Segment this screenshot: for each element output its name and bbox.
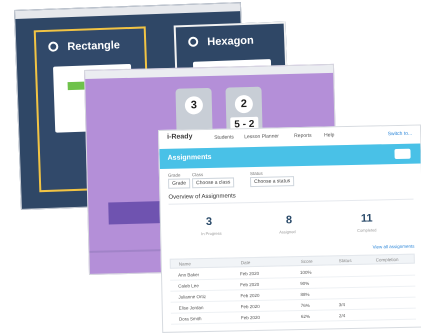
- page-title: Assignments: [167, 153, 212, 162]
- filter-label: Grade: [167, 172, 181, 178]
- number-badge: 3: [184, 96, 204, 115]
- view-all-link[interactable]: View all assignments: [373, 244, 415, 250]
- stat-label: Completed: [357, 227, 377, 233]
- stat-in-progress: 3: [205, 215, 213, 229]
- stat-label: Assigned: [279, 229, 296, 235]
- status-select[interactable]: Choose a status: [250, 176, 295, 188]
- dashboard-window: i-Ready Students Lesson Planner Reports …: [158, 124, 421, 333]
- stat-assigned: 8: [285, 214, 293, 227]
- grade-select[interactable]: Grade: [168, 178, 191, 189]
- brand-logo: i-Ready: [167, 133, 193, 141]
- section-title: Overview of Assignments: [168, 193, 236, 201]
- nav-item-lesson-planner[interactable]: Lesson Planner: [244, 133, 279, 140]
- window-titlebar: [15, 3, 241, 19]
- filter-label: Status: [249, 170, 263, 177]
- nav-item-reports[interactable]: Reports: [294, 133, 312, 139]
- radio-icon: [48, 41, 59, 52]
- nav-item-students[interactable]: Students: [214, 134, 234, 140]
- col-completion[interactable]: Completion: [376, 257, 399, 262]
- panel-title: Rectangle: [48, 39, 120, 53]
- stat-completed: 11: [360, 212, 373, 225]
- panel-title: Hexagon: [188, 35, 254, 49]
- stat-label: In Progress: [201, 230, 222, 237]
- col-date[interactable]: Date: [241, 260, 251, 265]
- filter-label: Class: [191, 172, 204, 178]
- col-status[interactable]: Status: [339, 258, 352, 263]
- class-select[interactable]: Choose a class: [192, 177, 235, 189]
- radio-icon: [188, 36, 199, 47]
- number-badge: 2: [234, 94, 254, 114]
- hero-button[interactable]: [394, 148, 411, 160]
- nav-item-help[interactable]: Help: [324, 132, 334, 138]
- col-name[interactable]: Name: [179, 261, 191, 266]
- switch-link[interactable]: Switch to...: [388, 131, 413, 138]
- col-score[interactable]: Score: [301, 259, 313, 264]
